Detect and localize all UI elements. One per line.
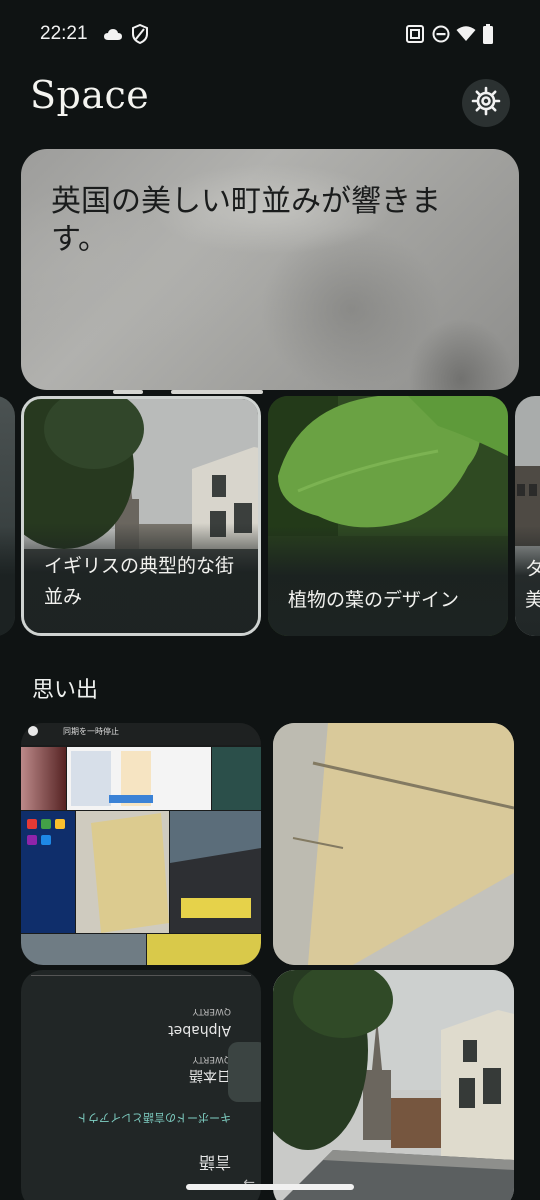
topic-label-next: タ 美: [525, 558, 540, 611]
nfc-icon: [406, 25, 424, 47]
shield-icon: [132, 23, 148, 48]
memory-keyboard-screenshot[interactable]: 言語 キーボードの言語とレイアウト 日本語 QWERTY Alphabet QW…: [21, 970, 261, 1200]
battery-icon: [482, 24, 494, 48]
keyboard-line-language: 言語: [198, 1153, 231, 1172]
keyboard-screenshot-content: 言語 キーボードの言語とレイアウト 日本語 QWERTY Alphabet QW…: [21, 970, 261, 1200]
do-not-disturb-icon: [432, 25, 450, 47]
topic-label-leaf: 植物の葉のデザイン: [288, 589, 460, 611]
status-bar: 22:21: [0, 0, 540, 70]
topic-card-next[interactable]: タ 美: [515, 396, 540, 636]
wifi-icon: [456, 25, 476, 46]
settings-button[interactable]: [462, 79, 510, 127]
keyboard-line-qwerty-1: QWERTY: [192, 1054, 231, 1064]
memories-title: 思い出: [32, 678, 99, 703]
topic-card-townscape[interactable]: イギリスの典型的な街並み: [21, 396, 261, 636]
memory-wall-photo[interactable]: [273, 723, 514, 965]
status-time: 22:21: [40, 23, 88, 44]
keyboard-line-qwerty-2: QWERTY: [192, 1006, 231, 1016]
gear-icon: [471, 86, 501, 120]
street-photo: [273, 970, 514, 1200]
topic-label-townscape: イギリスの典型的な街並み: [44, 555, 235, 608]
cloud-icon: [103, 27, 123, 47]
keyboard-line-layout: キーボードの言語とレイアウト: [77, 1111, 231, 1124]
memory-street-photo[interactable]: [273, 970, 514, 1200]
collage-pause-text: 同期を一時停止: [63, 727, 119, 736]
collage-image: [21, 723, 261, 965]
hero-scroll-indicator: [113, 390, 263, 394]
topic-card-previous[interactable]: [0, 396, 15, 636]
memory-screenshot-collage[interactable]: 同期を一時停止: [21, 723, 261, 965]
topic-card-leaf[interactable]: 植物の葉のデザイン: [268, 396, 508, 636]
keyboard-line-japanese: 日本語: [189, 1067, 231, 1083]
hero-card[interactable]: 英国の美しい町並みが響きます。: [21, 149, 519, 390]
keyboard-line-alphabet: Alphabet: [168, 1022, 231, 1038]
keyboard-side-tab: [228, 1042, 261, 1102]
app-title: Space: [30, 73, 150, 117]
wall-photo: [273, 723, 514, 965]
topic-carousel[interactable]: イギリスの典型的な街並み 植物の葉のデザイン タ 美: [0, 396, 540, 638]
gesture-nav-handle[interactable]: [186, 1184, 354, 1190]
hero-caption: 英国の美しい町並みが響きます。: [51, 184, 441, 257]
